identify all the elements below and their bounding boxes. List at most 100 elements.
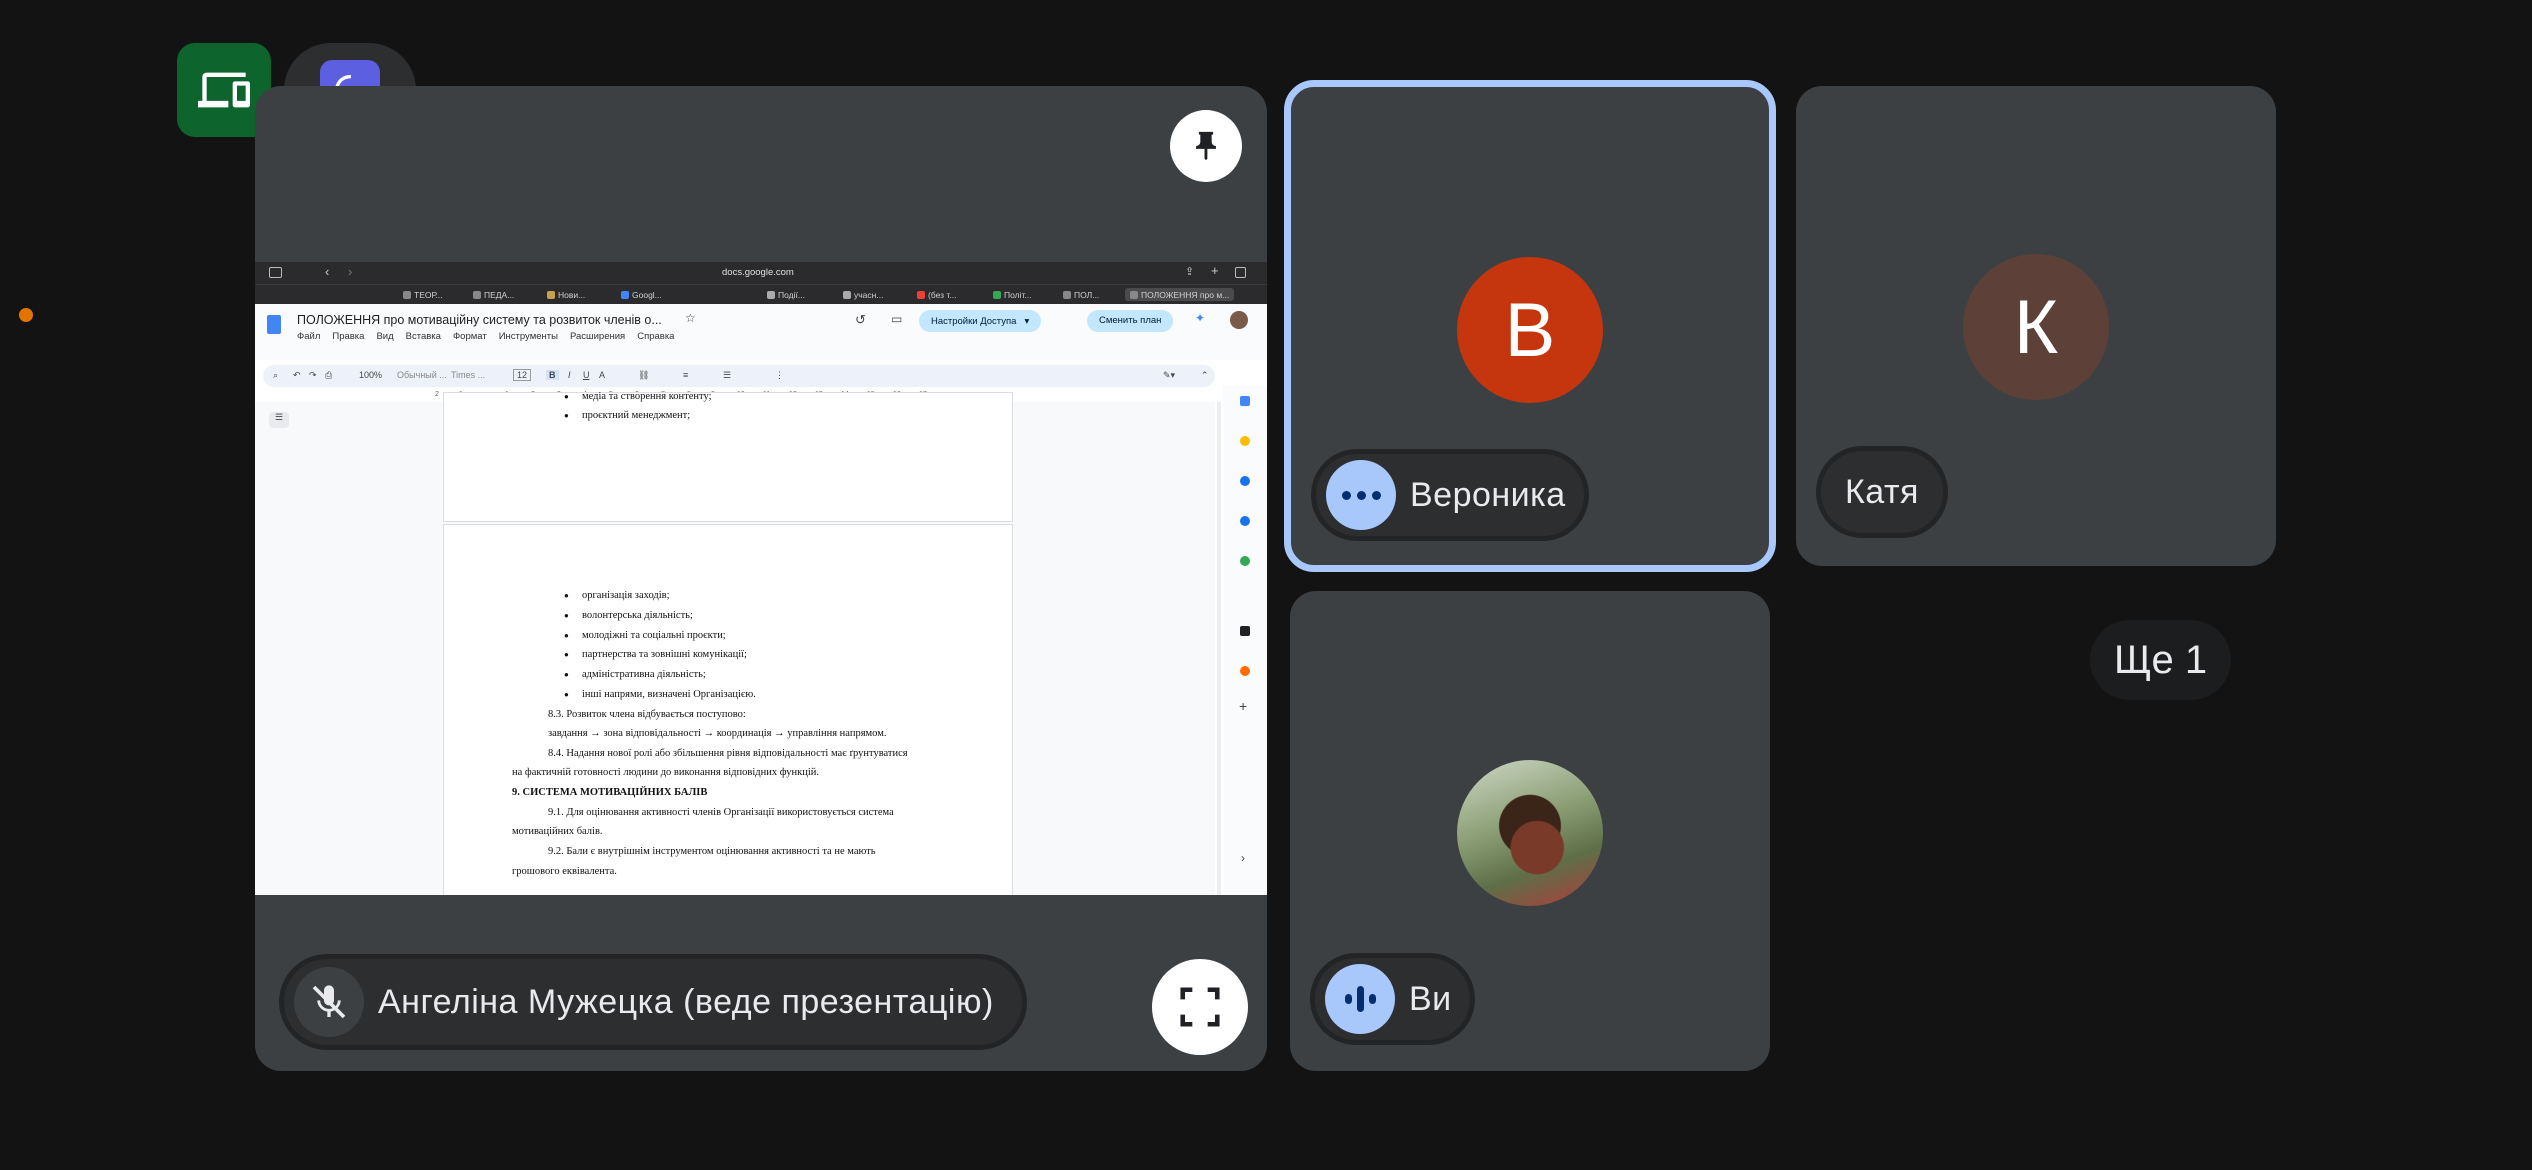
- dropdown-icon: ▾: [1024, 315, 1030, 327]
- self-tile: Ви: [1290, 591, 1770, 1071]
- tasks-icon[interactable]: [1240, 476, 1250, 486]
- tab-item[interactable]: ПОЛ...: [1063, 288, 1099, 301]
- menu-tools[interactable]: Инструменты: [499, 331, 558, 342]
- text-color-button[interactable]: A: [599, 370, 605, 380]
- link-icon[interactable]: ⛓: [638, 370, 649, 381]
- share-access-button[interactable]: Настройки Доступа ▾: [919, 310, 1042, 332]
- participant-name: Катя: [1845, 472, 1919, 511]
- doc-bullet: партнерства та зовнішні комунікації;: [564, 649, 747, 660]
- doc-title[interactable]: ПОЛОЖЕННЯ про мотиваційну систему та роз…: [297, 313, 662, 327]
- pin-button[interactable]: [1170, 110, 1242, 182]
- font-size-input[interactable]: 12: [513, 369, 532, 381]
- style-select[interactable]: Обычный ...: [397, 370, 447, 380]
- outline-toggle-icon[interactable]: ☰: [269, 412, 289, 428]
- presenter-name-pill: Ангеліна Мужецка (веде презентацію): [279, 954, 1027, 1050]
- avatar: К: [1963, 254, 2109, 400]
- doc-bullet: організація заходів;: [564, 590, 669, 601]
- participant-name: Вероника: [1410, 475, 1566, 514]
- addon-icon[interactable]: [1240, 626, 1250, 636]
- audio-level-icon: [1325, 964, 1395, 1034]
- menu-extensions[interactable]: Расширения: [570, 331, 625, 342]
- print-icon[interactable]: ⎙: [325, 370, 332, 381]
- docs-logo-icon: [267, 315, 281, 334]
- tab-item[interactable]: Googl...: [621, 288, 662, 301]
- tab-item[interactable]: ТЕОР...: [403, 288, 443, 301]
- doc-paragraph: 9.2. Бали є внутрішнім інструментом оцін…: [548, 846, 876, 857]
- star-icon[interactable]: ☆: [685, 311, 696, 325]
- doc-bullet: адміністративна діяльність;: [564, 669, 706, 680]
- tabs-overview-icon[interactable]: [1235, 267, 1246, 278]
- more-participants-label: Ще 1: [2114, 637, 2208, 682]
- tab-item[interactable]: Політ...: [993, 288, 1032, 301]
- forward-icon[interactable]: ›: [348, 264, 352, 279]
- keep-icon[interactable]: [1240, 436, 1250, 446]
- calendar-icon[interactable]: [1240, 396, 1250, 406]
- italic-button[interactable]: I: [568, 370, 571, 380]
- tab-item[interactable]: Події...: [767, 288, 805, 301]
- tab-item[interactable]: Нови...: [547, 288, 585, 301]
- more-participants-button[interactable]: Ще 1: [2090, 620, 2232, 700]
- menu-insert[interactable]: Вставка: [406, 331, 441, 342]
- new-tab-icon[interactable]: +: [1211, 263, 1219, 278]
- menu-bar: Файл Правка Вид Вставка Формат Инструмен…: [297, 331, 674, 342]
- mic-off-icon: [294, 967, 364, 1037]
- speaking-indicator-icon: [1326, 460, 1396, 530]
- participant-name-pill: Вероника: [1311, 449, 1589, 541]
- browser-toolbar: ‹ › docs.google.com ⇪ +: [255, 262, 1267, 284]
- tab-item[interactable]: (без т...: [917, 288, 956, 301]
- history-icon[interactable]: ↺: [855, 312, 866, 328]
- back-icon[interactable]: ‹: [325, 264, 329, 279]
- doc-heading: 9. СИСТЕМА МОТИВАЦІЙНИХ БАЛІВ: [512, 787, 708, 798]
- sidebar-toggle-icon[interactable]: [269, 267, 282, 278]
- self-avatar-photo: [1457, 760, 1603, 906]
- scrollbar[interactable]: [1217, 402, 1221, 895]
- tab-item[interactable]: учасн...: [843, 288, 883, 301]
- change-plan-button[interactable]: Сменить план: [1087, 310, 1174, 332]
- address-bar[interactable]: docs.google.com: [722, 267, 794, 278]
- participant-name-pill: Катя: [1816, 446, 1948, 538]
- search-icon[interactable]: ⌕: [273, 370, 278, 381]
- tab-item-active[interactable]: ПОЛОЖЕННЯ про м...: [1125, 288, 1235, 301]
- account-avatar[interactable]: [1230, 311, 1248, 329]
- align-icon[interactable]: ≡: [683, 370, 688, 380]
- devices-icon: [198, 72, 250, 108]
- menu-format[interactable]: Формат: [453, 331, 487, 342]
- menu-edit[interactable]: Правка: [332, 331, 364, 342]
- comments-icon[interactable]: ▭: [891, 312, 902, 326]
- gemini-icon[interactable]: ✦: [1195, 311, 1205, 325]
- doc-bullet: проєктний менеджмент;: [564, 410, 690, 421]
- underline-button[interactable]: U: [583, 370, 590, 380]
- bold-button[interactable]: B: [546, 370, 559, 380]
- collapse-rail-icon[interactable]: ›: [1241, 851, 1245, 865]
- tab-item[interactable]: ПЕДА...: [473, 288, 514, 301]
- add-addon-icon[interactable]: +: [1239, 698, 1247, 714]
- maps-icon[interactable]: [1240, 556, 1250, 566]
- font-select[interactable]: Times ...: [451, 370, 485, 380]
- pin-icon: [1196, 131, 1216, 161]
- participant-name-pill: Ви: [1310, 953, 1475, 1045]
- share-icon[interactable]: ⇪: [1185, 265, 1194, 278]
- doc-page-2: організація заходів; волонтерська діяльн…: [443, 524, 1013, 895]
- redo-icon[interactable]: ↷: [309, 370, 317, 381]
- zoom-select[interactable]: 100%: [359, 370, 382, 380]
- participant-tile-veronika: В Вероника: [1284, 80, 1776, 572]
- docs-header: ПОЛОЖЕННЯ про мотиваційну систему та роз…: [255, 304, 1267, 360]
- doc-bullet: медіа та створення контенту;: [564, 391, 711, 402]
- document-canvas[interactable]: ☰ медіа та створення контенту; проєктний…: [255, 391, 1221, 895]
- participant-tile-katya: К Катя: [1796, 86, 2276, 566]
- avatar: В: [1457, 257, 1603, 403]
- menu-file[interactable]: Файл: [297, 331, 320, 342]
- fullscreen-button[interactable]: [1152, 959, 1248, 1055]
- addon-icon[interactable]: [1240, 666, 1250, 676]
- bookmarks-tabs-bar: ТЕОР... ПЕДА... Нови... Googl... Події..…: [255, 284, 1267, 305]
- collapse-icon[interactable]: ⌃: [1201, 370, 1209, 381]
- doc-paragraph: 8.3. Розвиток члена відбувається поступо…: [548, 709, 746, 720]
- shared-screen: ‹ › docs.google.com ⇪ + ТЕОР... ПЕДА... …: [255, 262, 1267, 895]
- menu-help[interactable]: Справка: [637, 331, 674, 342]
- list-icon[interactable]: ☰: [723, 370, 731, 381]
- edit-mode-icon[interactable]: ✎▾: [1163, 370, 1175, 381]
- menu-view[interactable]: Вид: [376, 331, 393, 342]
- contacts-icon[interactable]: [1240, 516, 1250, 526]
- more-icon[interactable]: ⋮: [775, 370, 784, 381]
- undo-icon[interactable]: ↶: [293, 370, 301, 381]
